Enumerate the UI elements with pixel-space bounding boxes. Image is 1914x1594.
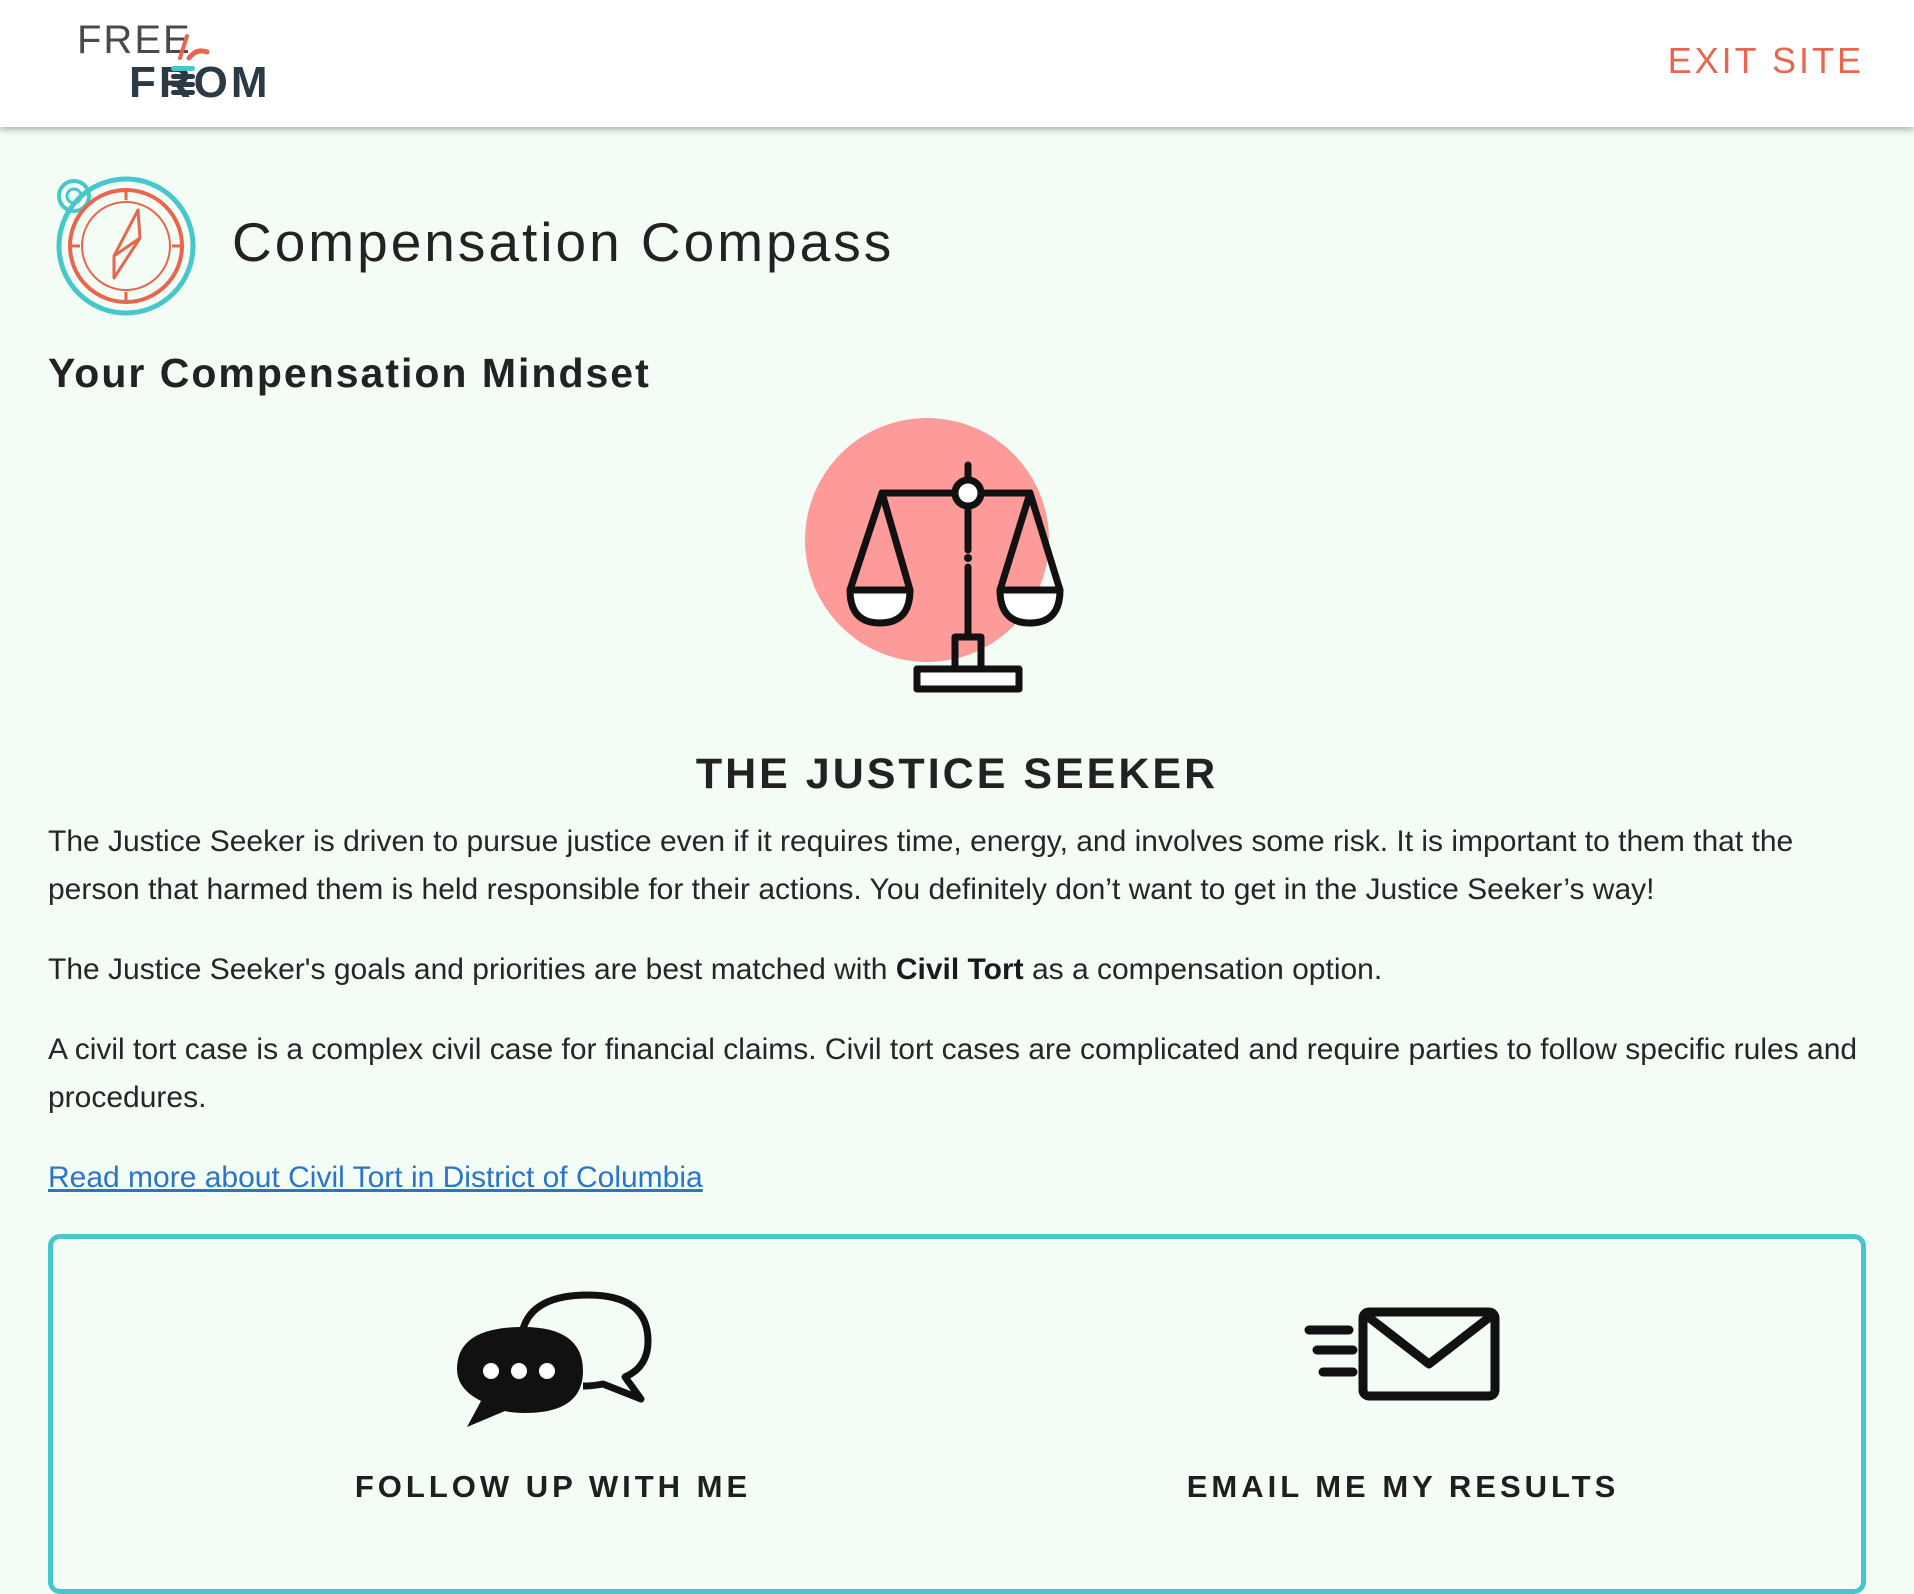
page-title: Compensation Compass (232, 211, 895, 273)
compass-icon (56, 176, 196, 316)
site-header: FREE FROM EXIT SITE (0, 0, 1914, 127)
match-prefix: The Justice Seeker's goals and prioritie… (48, 953, 888, 986)
follow-up-button[interactable]: FOLLOW UP WITH ME (203, 1239, 903, 1539)
follow-up-label: FOLLOW UP WITH ME (354, 1469, 752, 1504)
logo-mark-icon (171, 34, 210, 95)
chat-bubbles-icon (457, 1291, 652, 1427)
persona-name: THE JUSTICE SEEKER (695, 750, 1219, 798)
email-results-button[interactable]: EMAIL ME MY RESULTS (1053, 1239, 1753, 1539)
email-results-label: EMAIL ME MY RESULTS (1186, 1469, 1620, 1504)
mindset-heading: Your Compensation Mindset (48, 350, 651, 396)
persona-description: The Justice Seeker is driven to pursue j… (48, 825, 1794, 906)
free-from-logo[interactable]: FREE FROM (77, 18, 268, 108)
match-option: Civil Tort (895, 953, 1024, 986)
actions-card: FOLLOW UP WITH ME EMAIL ME MY RESULTS (48, 1234, 1866, 1594)
envelope-icon (1304, 1307, 1500, 1401)
match-suffix: as a compensation option. (1031, 953, 1383, 986)
exit-site-button[interactable]: EXIT SITE (1668, 40, 1864, 82)
option-description: A civil tort case is a complex civil cas… (48, 1033, 1858, 1114)
read-more-link[interactable]: Read more about Civil Tort in District o… (48, 1154, 703, 1202)
match-statement: The Justice Seeker's goals and prioritie… (48, 946, 1878, 994)
scales-of-justice-icon (805, 418, 1064, 693)
